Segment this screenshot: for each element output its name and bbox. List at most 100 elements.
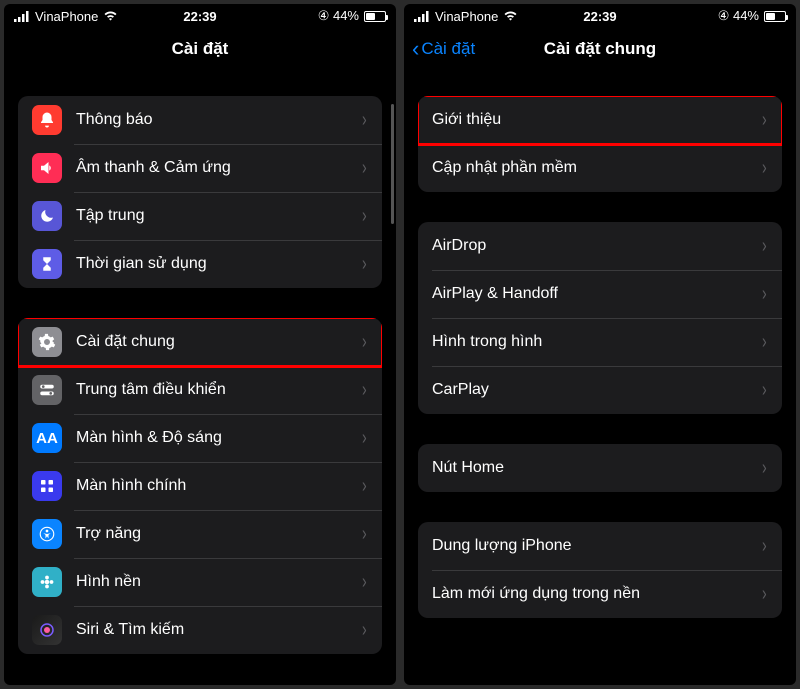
- chevron-right-icon: ›: [762, 535, 767, 558]
- row-label: Hình nền: [76, 573, 361, 591]
- general-group-4: Dung lượng iPhone › Làm mới ứng dụng tro…: [418, 522, 782, 618]
- row-label: Thời gian sử dụng: [76, 255, 361, 273]
- chevron-right-icon: ›: [762, 283, 767, 306]
- carrier-label: VinaPhone: [435, 9, 498, 24]
- row-label: Thông báo: [76, 111, 361, 129]
- bell-icon: [32, 105, 62, 135]
- row-label: Làm mới ứng dụng trong nền: [432, 585, 761, 603]
- battery-pct: ④ 44%: [718, 8, 759, 24]
- wifi-icon: [503, 11, 518, 22]
- phone-right: VinaPhone 22:39 ④ 44% ‹ Cài đặt Cài đặt …: [404, 4, 796, 685]
- chevron-right-icon: ›: [362, 379, 367, 402]
- row-sounds[interactable]: Âm thanh & Cảm ứng ›: [18, 144, 382, 192]
- phone-left: VinaPhone 22:39 ④ 44% Cài đặt Thông báo …: [4, 4, 396, 685]
- row-display[interactable]: AA Màn hình & Độ sáng ›: [18, 414, 382, 462]
- chevron-right-icon: ›: [762, 457, 767, 480]
- row-label: Cài đặt chung: [76, 333, 361, 351]
- row-general[interactable]: Cài đặt chung ›: [18, 318, 382, 366]
- battery-icon: [364, 11, 386, 22]
- settings-list[interactable]: Thông báo › Âm thanh & Cảm ứng › Tập tru…: [4, 70, 396, 685]
- chevron-right-icon: ›: [762, 109, 767, 132]
- page-title: Cài đặt chung: [544, 39, 656, 59]
- chevron-right-icon: ›: [362, 427, 367, 450]
- chevron-right-icon: ›: [362, 205, 367, 228]
- navbar: Cài đặt: [4, 28, 396, 70]
- row-label: Âm thanh & Cảm ứng: [76, 159, 361, 177]
- chevron-right-icon: ›: [362, 619, 367, 642]
- carrier-label: VinaPhone: [35, 9, 98, 24]
- status-bar: VinaPhone 22:39 ④ 44%: [404, 4, 796, 28]
- chevron-right-icon: ›: [362, 571, 367, 594]
- row-label: CarPlay: [432, 381, 761, 399]
- chevron-right-icon: ›: [362, 331, 367, 354]
- chevron-right-icon: ›: [762, 235, 767, 258]
- chevron-right-icon: ›: [362, 475, 367, 498]
- row-label: Giới thiệu: [432, 111, 761, 129]
- row-airplay[interactable]: AirPlay & Handoff ›: [418, 270, 782, 318]
- general-group-1: Giới thiệu › Cập nhật phần mềm ›: [418, 96, 782, 192]
- back-label: Cài đặt: [421, 39, 475, 59]
- row-wallpaper[interactable]: Hình nền ›: [18, 558, 382, 606]
- row-focus[interactable]: Tập trung ›: [18, 192, 382, 240]
- chevron-right-icon: ›: [762, 157, 767, 180]
- moon-icon: [32, 201, 62, 231]
- chevron-right-icon: ›: [362, 157, 367, 180]
- accessibility-icon: [32, 519, 62, 549]
- row-storage[interactable]: Dung lượng iPhone ›: [418, 522, 782, 570]
- grid-icon: [32, 471, 62, 501]
- row-software-update[interactable]: Cập nhật phần mềm ›: [418, 144, 782, 192]
- chevron-right-icon: ›: [362, 253, 367, 276]
- row-notifications[interactable]: Thông báo ›: [18, 96, 382, 144]
- hourglass-icon: [32, 249, 62, 279]
- chevron-right-icon: ›: [362, 523, 367, 546]
- settings-group-2: Cài đặt chung › Trung tâm điều khiển › A…: [18, 318, 382, 654]
- row-accessibility[interactable]: Trợ năng ›: [18, 510, 382, 558]
- clock-label: 22:39: [583, 9, 616, 24]
- row-label: AirPlay & Handoff: [432, 285, 761, 303]
- row-label: Siri & Tìm kiếm: [76, 621, 361, 639]
- row-label: Nút Home: [432, 459, 761, 477]
- chevron-right-icon: ›: [762, 583, 767, 606]
- clock-label: 22:39: [183, 9, 216, 24]
- text-icon: AA: [32, 423, 62, 453]
- row-label: AirDrop: [432, 237, 761, 255]
- chevron-right-icon: ›: [762, 331, 767, 354]
- flower-icon: [32, 567, 62, 597]
- signal-icon: [414, 11, 430, 22]
- row-label: Dung lượng iPhone: [432, 537, 761, 555]
- gear-icon: [32, 327, 62, 357]
- row-label: Tập trung: [76, 207, 361, 225]
- row-homescreen[interactable]: Màn hình chính ›: [18, 462, 382, 510]
- row-airdrop[interactable]: AirDrop ›: [418, 222, 782, 270]
- back-button[interactable]: ‹ Cài đặt: [412, 38, 475, 60]
- general-group-2: AirDrop › AirPlay & Handoff › Hình trong…: [418, 222, 782, 414]
- chevron-right-icon: ›: [762, 379, 767, 402]
- row-home-button[interactable]: Nút Home ›: [418, 444, 782, 492]
- row-control-center[interactable]: Trung tâm điều khiển ›: [18, 366, 382, 414]
- row-label: Hình trong hình: [432, 333, 761, 351]
- chevron-right-icon: ›: [362, 109, 367, 132]
- signal-icon: [14, 11, 30, 22]
- row-about[interactable]: Giới thiệu ›: [418, 96, 782, 144]
- settings-group-1: Thông báo › Âm thanh & Cảm ứng › Tập tru…: [18, 96, 382, 288]
- row-label: Màn hình & Độ sáng: [76, 429, 361, 447]
- wifi-icon: [103, 11, 118, 22]
- status-bar: VinaPhone 22:39 ④ 44%: [4, 4, 396, 28]
- chevron-left-icon: ‹: [412, 38, 419, 60]
- general-list[interactable]: Giới thiệu › Cập nhật phần mềm › AirDrop…: [404, 70, 796, 685]
- row-label: Cập nhật phần mềm: [432, 159, 761, 177]
- row-label: Màn hình chính: [76, 477, 361, 495]
- row-label: Trung tâm điều khiển: [76, 381, 361, 399]
- row-screentime[interactable]: Thời gian sử dụng ›: [18, 240, 382, 288]
- row-background-refresh[interactable]: Làm mới ứng dụng trong nền ›: [418, 570, 782, 618]
- navbar: ‹ Cài đặt Cài đặt chung: [404, 28, 796, 70]
- scrollbar[interactable]: [391, 104, 394, 224]
- row-siri[interactable]: Siri & Tìm kiếm ›: [18, 606, 382, 654]
- speaker-icon: [32, 153, 62, 183]
- battery-icon: [764, 11, 786, 22]
- toggles-icon: [32, 375, 62, 405]
- row-pip[interactable]: Hình trong hình ›: [418, 318, 782, 366]
- row-carplay[interactable]: CarPlay ›: [418, 366, 782, 414]
- page-title: Cài đặt: [172, 39, 229, 59]
- battery-pct: ④ 44%: [318, 8, 359, 24]
